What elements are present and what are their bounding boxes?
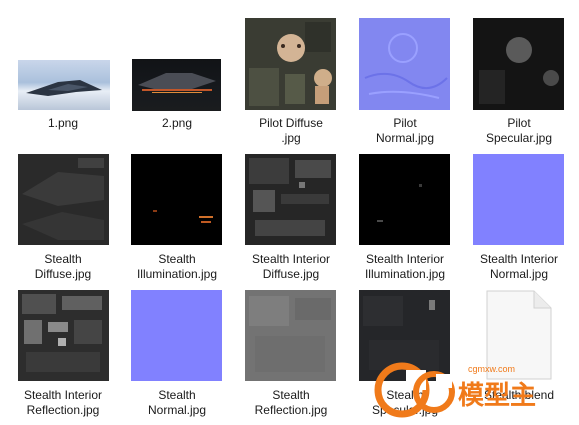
file-item-stealth-diffuse[interactable]: Stealth Diffuse.jpg [6,150,120,288]
file-name-label: Stealth.blend [483,388,555,402]
image-thumbnail [359,290,450,381]
file-name-label: Stealth Interior Diffuse.jpg [251,252,331,281]
file-item-stealth-interior-reflection[interactable]: Stealth Interior Reflection.jpg [6,286,120,423]
file-item-stealth-interior-illumination[interactable]: Stealth Interior Illumination.jpg [348,150,462,288]
file-name-label: Stealth Reflection.jpg [254,388,328,417]
image-thumbnail [473,154,564,245]
file-item-stealth-normal[interactable]: Stealth Normal.jpg [120,286,234,423]
file-item-stealth-illumination[interactable]: Stealth Illumination.jpg [120,150,234,288]
image-thumbnail [131,154,222,245]
file-name-label: Pilot Diffuse .jpg [259,116,323,145]
image-thumbnail [132,59,221,111]
image-thumbnail [245,290,336,381]
image-thumbnail [18,290,109,381]
file-item-2-png[interactable]: 2.png [120,14,234,134]
file-name-label: Stealth Illumination.jpg [136,252,218,281]
file-name-label: Pilot Specular.jpg [485,116,553,145]
image-thumbnail [359,154,450,245]
file-name-label: Stealth Interior Reflection.jpg [23,388,103,417]
image-thumbnail [359,18,450,110]
file-item-stealth-reflection[interactable]: Stealth Reflection.jpg [234,286,348,423]
file-name-label: 2.png [161,116,193,130]
file-name-label: Stealth Diffuse.jpg [34,252,92,281]
file-item-pilot-diffuse[interactable]: Pilot Diffuse .jpg [234,14,348,152]
image-thumbnail [245,18,336,110]
file-item-pilot-normal[interactable]: Pilot Normal.jpg [348,14,462,152]
file-item-stealth-interior-normal[interactable]: Stealth Interior Normal.jpg [462,150,576,288]
file-name-label: Stealth Normal.jpg [147,388,207,417]
image-thumbnail [18,60,110,110]
image-thumbnail [131,290,222,381]
file-name-label: Stealth Interior Normal.jpg [479,252,559,281]
image-thumbnail [18,154,109,245]
image-thumbnail [473,18,564,110]
file-item-stealth-blend[interactable]: Stealth.blend [462,286,576,423]
file-item-stealth-interior-diffuse[interactable]: Stealth Interior Diffuse.jpg [234,150,348,288]
file-name-label: Stealth Interior Illumination.jpg [364,252,446,281]
file-item-pilot-specular[interactable]: Pilot Specular.jpg [462,14,576,152]
file-name-label: 1.png [47,116,79,130]
file-item-1-png[interactable]: 1.png [6,14,120,134]
file-grid: 1.png 2.png Pilot Diffuse .jpg Pilot Nor… [0,0,579,423]
document-icon [486,290,552,380]
file-name-label: Stealth Specular.jpg [371,388,439,417]
file-name-label: Pilot Normal.jpg [375,116,435,145]
image-thumbnail [245,154,336,245]
file-item-stealth-specular[interactable]: Stealth Specular.jpg [348,286,462,423]
